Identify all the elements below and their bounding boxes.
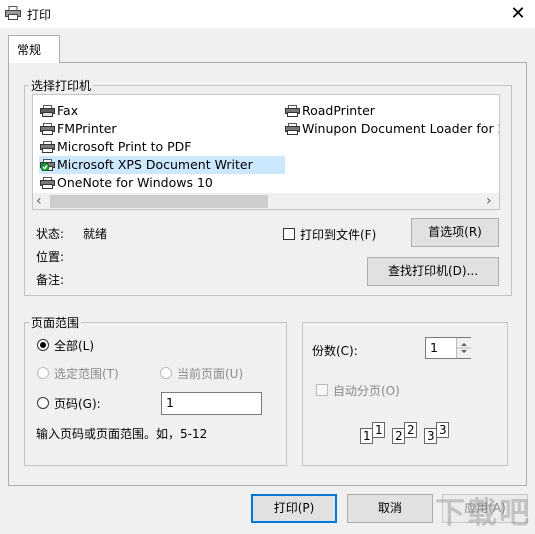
preferences-button[interactable]: 首选项(R) xyxy=(411,218,499,247)
watermark: 下载吧 xyxy=(435,496,531,531)
printer-item-fmprinter[interactable]: FMPrinter xyxy=(39,120,117,138)
scroll-left-icon[interactable]: ‹ xyxy=(36,193,48,209)
scrollbar-thumb[interactable] xyxy=(50,195,268,208)
printer-icon xyxy=(40,123,55,135)
print-to-file-checkbox[interactable] xyxy=(283,228,295,240)
printer-icon xyxy=(5,6,21,20)
status-value: 就绪 xyxy=(83,227,108,241)
printer-item-ms-xps[interactable]: Microsoft XPS Document Writer xyxy=(39,156,285,174)
printer-item-ms-pdf[interactable]: Microsoft Print to PDF xyxy=(39,138,191,156)
collate-label: 自动分页(O) xyxy=(333,384,400,398)
tab-general-label: 常规 xyxy=(17,43,42,57)
collate-page: 1 xyxy=(372,422,385,438)
printer-name: FMPrinter xyxy=(57,121,117,136)
page-range-label: 页面范围 xyxy=(29,314,82,331)
collate-page: 3 xyxy=(436,422,449,438)
spinner-arrows-icon xyxy=(457,343,471,353)
radio-all-label: 全部(L) xyxy=(54,339,95,353)
printer-name: Winupon Document Loader for 20 xyxy=(302,121,500,136)
tab-general[interactable]: 常规 xyxy=(8,35,60,63)
radio-all[interactable] xyxy=(37,339,49,351)
radio-current-page-label: 当前页面(U) xyxy=(177,367,244,381)
printer-name: RoadPrinter xyxy=(302,103,375,118)
radio-pages[interactable] xyxy=(37,397,49,409)
comment-label: 备注: xyxy=(36,273,65,287)
printer-item-fax[interactable]: Fax xyxy=(39,102,78,120)
collate-checkbox[interactable] xyxy=(316,384,328,396)
scroll-right-icon[interactable]: › xyxy=(486,193,498,209)
printer-name: Microsoft XPS Document Writer xyxy=(57,157,253,172)
select-printer-label: 选择打印机 xyxy=(29,77,94,94)
print-to-file-label: 打印到文件(F) xyxy=(300,228,377,242)
close-icon[interactable]: ✕ xyxy=(506,2,530,26)
window-title: 打印 xyxy=(27,8,52,22)
pages-input[interactable]: 1 xyxy=(161,392,262,415)
title-bar xyxy=(0,0,535,28)
radio-pages-label: 页码(G): xyxy=(54,397,101,411)
printer-icon xyxy=(285,123,300,135)
find-printer-button[interactable]: 查找打印机(D)... xyxy=(367,257,499,286)
printer-item-winupon[interactable]: Winupon Document Loader for 20 xyxy=(284,120,500,138)
printer-icon xyxy=(40,177,55,189)
cancel-button[interactable]: 取消 xyxy=(347,494,433,523)
printer-item-onenote[interactable]: OneNote for Windows 10 xyxy=(39,174,213,192)
collate-page: 2 xyxy=(404,422,417,438)
radio-current-page[interactable] xyxy=(160,367,172,379)
printer-name: Fax xyxy=(57,103,79,118)
copies-spinner[interactable] xyxy=(456,338,471,358)
page-range-hint: 输入页码或页面范围。如，5-12 xyxy=(36,427,208,441)
radio-selection-label: 选定范围(T) xyxy=(54,367,119,381)
location-label: 位置: xyxy=(36,250,65,264)
copies-label: 份数(C): xyxy=(312,344,358,358)
printer-icon xyxy=(285,105,300,117)
fax-printer-icon xyxy=(40,105,55,117)
default-printer-icon xyxy=(40,159,55,171)
status-label: 状态: xyxy=(36,227,65,241)
print-button[interactable]: 打印(P) xyxy=(251,494,337,523)
printer-name: OneNote for Windows 10 xyxy=(57,175,213,190)
printer-item-roadprinter[interactable]: RoadPrinter xyxy=(284,102,375,120)
radio-selection[interactable] xyxy=(37,367,49,379)
printer-icon xyxy=(40,141,55,153)
printer-name: Microsoft Print to PDF xyxy=(57,139,192,154)
copies-value: 1 xyxy=(430,340,438,355)
